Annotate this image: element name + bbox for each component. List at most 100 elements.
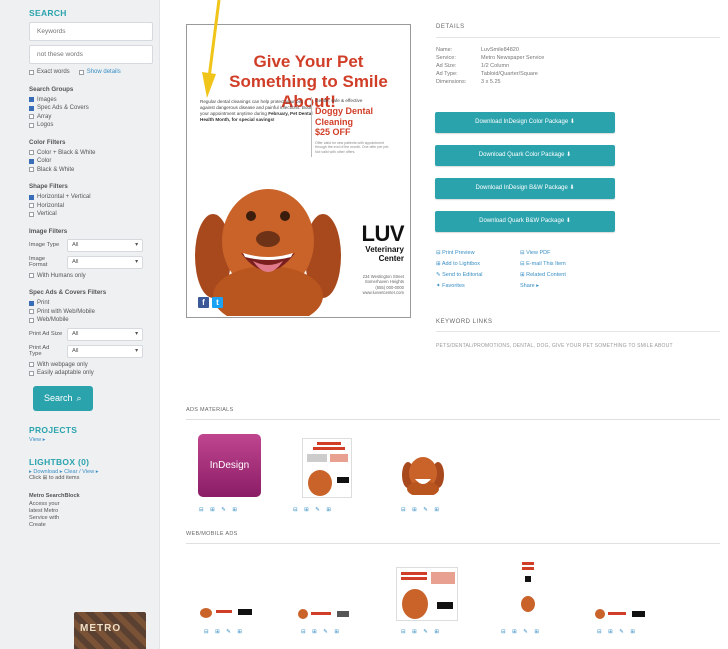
thumb-actions[interactable]: ⊟ ⊞ ✎ ⊞: [204, 629, 245, 635]
email-item-link[interactable]: ⊟ E-mail This Item: [520, 259, 566, 270]
adaptable-only-row[interactable]: Easily adaptable only: [29, 369, 149, 378]
web-skyscraper-thumbnail[interactable]: [518, 560, 538, 620]
filter-checkbox[interactable]: [29, 150, 34, 156]
webpage-only-checkbox[interactable]: [29, 362, 34, 368]
filter-checkbox[interactable]: [29, 194, 34, 200]
thumb-actions[interactable]: ⊟ ⊞ ✎ ⊞: [301, 629, 342, 635]
download-icon: ⬇: [569, 119, 575, 125]
share-link[interactable]: Share ▸: [520, 281, 539, 292]
thumb-actions[interactable]: ⊟ ⊞ ✎ ⊞: [401, 629, 442, 635]
filter-label: Logos: [37, 122, 54, 129]
filter-option[interactable]: Horizontal: [29, 202, 149, 211]
search-icon: ⌕: [76, 392, 82, 403]
filter-option[interactable]: Color: [29, 157, 149, 166]
ad-thumb-image: [307, 442, 349, 496]
keywords-input[interactable]: [29, 22, 153, 41]
details-list: Name: LuvSmile84820 Service: Metro Newspape…: [436, 46, 544, 86]
detail-value: Tabloid/Quarter/Square: [481, 71, 538, 77]
image-format-value: All: [72, 259, 79, 265]
filter-option[interactable]: Color + Black & White: [29, 149, 149, 158]
web-rectangle-thumbnail[interactable]: [396, 567, 458, 621]
view-pdf-link[interactable]: ⊟ View PDF: [520, 248, 551, 259]
filter-checkbox[interactable]: [29, 97, 34, 103]
with-humans-row[interactable]: With Humans only: [29, 272, 149, 281]
filter-checkbox[interactable]: [29, 105, 34, 111]
filter-option[interactable]: Logos: [29, 121, 149, 130]
download-indesign-color-button[interactable]: Download InDesign Color Package ⬇: [435, 112, 615, 133]
filter-checkbox[interactable]: [29, 114, 34, 120]
thumb-actions[interactable]: ⊟ ⊞ ✎ ⊞: [401, 507, 442, 513]
filter-option[interactable]: Spec Ads & Covers: [29, 104, 149, 113]
not-words-input[interactable]: [29, 45, 153, 64]
filter-option[interactable]: Array: [29, 113, 149, 122]
materials-divider: [186, 419, 720, 420]
thumb-actions[interactable]: ⊟ ⊞ ✎ ⊞: [293, 507, 334, 513]
search-button[interactable]: Search ⌕: [33, 385, 93, 411]
web-leaderboard-thumbnail[interactable]: [297, 607, 352, 621]
image-type-label: Image Type: [29, 242, 60, 248]
adaptable-only-checkbox[interactable]: [29, 370, 34, 376]
image-format-select[interactable]: All ▾: [67, 255, 143, 269]
image-type-select[interactable]: All ▾: [67, 238, 143, 252]
ad-offer-block: Gentle, safe & effective Doggy Dental Cl…: [315, 98, 395, 154]
show-details-checkbox[interactable]: [78, 69, 84, 75]
ad-thumbnail[interactable]: [302, 438, 352, 498]
details-heading: DETAILS: [436, 24, 465, 30]
web-mobile-banner-thumbnail[interactable]: [594, 607, 649, 621]
projects-view-link[interactable]: View ▸: [29, 437, 149, 443]
webpage-only-row[interactable]: With webpage only: [29, 361, 149, 370]
web-banner-thumbnail[interactable]: [198, 606, 258, 620]
show-details-link[interactable]: Show details: [87, 69, 121, 75]
thumb-actions[interactable]: ⊟ ⊞ ✎ ⊞: [199, 507, 240, 513]
filter-checkbox[interactable]: [29, 211, 34, 217]
favorites-link[interactable]: ✦ Favorites: [436, 281, 520, 292]
filter-checkbox[interactable]: [29, 203, 34, 209]
ad-body: Regular dental cleanings can help protec…: [200, 99, 313, 123]
indesign-thumbnail[interactable]: InDesign: [198, 434, 261, 497]
filter-checkbox[interactable]: [29, 122, 34, 128]
detail-row: Ad Type: Tabloid/Quarter/Square: [436, 70, 544, 78]
download-quark-bw-button[interactable]: Download Quark B&W Package ⬇: [435, 211, 615, 232]
image-filters-heading: Image Filters: [29, 227, 68, 235]
filter-option[interactable]: Images: [29, 96, 149, 105]
thumb-actions[interactable]: ⊟ ⊞ ✎ ⊞: [501, 629, 542, 635]
filter-checkbox[interactable]: [29, 300, 34, 306]
filter-checkbox[interactable]: [29, 309, 34, 315]
download-indesign-bw-button[interactable]: Download InDesign B&W Package ⬇: [435, 178, 615, 199]
ad-brand-sub1: Veterinary: [365, 245, 404, 254]
dog-thumbnail[interactable]: [400, 455, 446, 495]
keyword-links-heading: KEYWORD LINKS: [436, 319, 493, 325]
download-quark-color-button[interactable]: Download Quark Color Package ⬇: [435, 145, 615, 166]
print-size-row: Print Ad Size All ▾: [29, 327, 149, 342]
filter-checkbox[interactable]: [29, 317, 34, 323]
print-preview-link[interactable]: ⊟ Print Preview: [436, 248, 520, 259]
print-type-select[interactable]: All ▾: [67, 344, 143, 358]
filter-checkbox[interactable]: [29, 158, 34, 164]
filter-option[interactable]: Black & White: [29, 166, 149, 175]
filter-option[interactable]: Print with Web/Mobile: [29, 308, 149, 317]
print-size-select[interactable]: All ▾: [67, 327, 143, 341]
blog-title[interactable]: Metro SearchBlock: [29, 493, 149, 499]
page: SEARCH Exact words Show details Search G…: [0, 0, 728, 649]
ad-divider: [311, 97, 312, 157]
thumb-actions[interactable]: ⊟ ⊞ ✎ ⊞: [597, 629, 638, 635]
projects-heading: PROJECTS: [29, 424, 78, 435]
exact-words-row[interactable]: Exact words Show details: [29, 68, 149, 77]
filter-option[interactable]: Vertical: [29, 210, 149, 219]
send-to-editorial-link[interactable]: ✎ Send to Editorial: [436, 270, 520, 281]
keyword-links[interactable]: PETS/DENTAL/PROMOTIONS, DENTAL, DOG, GIV…: [436, 343, 673, 349]
with-humans-checkbox[interactable]: [29, 273, 34, 279]
related-content-link[interactable]: ⊞ Related Content: [520, 270, 566, 281]
ad-offer-line1: Doggy Dental: [315, 106, 374, 116]
filter-option[interactable]: Web/Mobile: [29, 316, 149, 325]
filter-option[interactable]: Print: [29, 299, 149, 308]
shape-filters-list: Horizontal + Vertical Horizontal Vertical: [29, 193, 149, 219]
blog-thumbnail[interactable]: METRO: [74, 612, 146, 649]
color-filters-list: Color + Black & White Color Black & White: [29, 149, 149, 175]
add-to-lightbox-link[interactable]: ⊞ Add to Lightbox: [436, 259, 520, 270]
exact-words-checkbox[interactable]: [29, 69, 34, 75]
filter-label: Web/Mobile: [37, 317, 69, 324]
filter-option[interactable]: Horizontal + Vertical: [29, 193, 149, 202]
filter-checkbox[interactable]: [29, 167, 34, 173]
filter-label: Black & White: [37, 166, 75, 173]
